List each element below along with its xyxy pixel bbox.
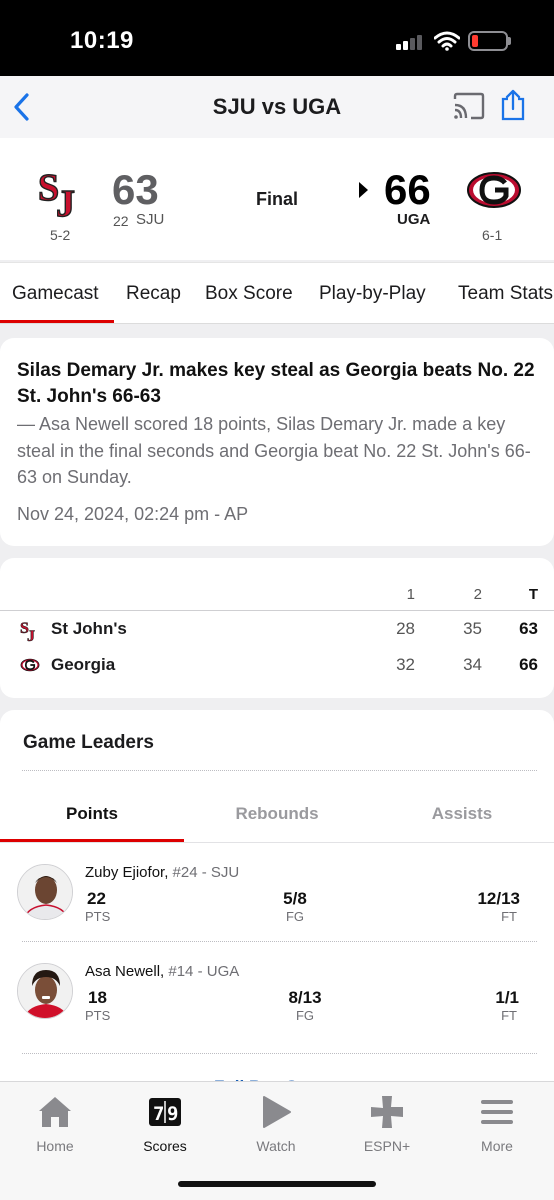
tabbar-scores[interactable]: 7 9 Scores <box>115 1092 215 1154</box>
st-johns-logo: S J <box>20 620 35 642</box>
linescore-cell: 35 <box>463 619 482 638</box>
tab-gamecast[interactable]: Gamecast <box>12 283 99 305</box>
leader-row[interactable]: Asa Newell, #14 - UGA 18 PTS 8/13 FG 1/1… <box>0 943 554 1041</box>
battery-tip <box>508 37 511 45</box>
home-record: 6-1 <box>482 227 503 243</box>
player-name[interactable]: Zuby Ejiofor, #24 - SJU <box>85 864 239 881</box>
story-body: — Asa Newell scored 18 points, Silas Dem… <box>17 414 531 487</box>
stat-value: 5/8 <box>283 889 307 908</box>
stat-label: FG <box>285 909 305 924</box>
tabbar-label: Home <box>36 1138 74 1154</box>
game-leaders-title: Game Leaders <box>23 732 154 753</box>
divider <box>22 1053 537 1054</box>
linescore-header-total: T <box>528 586 538 603</box>
game-leaders-card: Game Leaders Points Rebounds Assists Zub… <box>0 710 554 1110</box>
player-meta: #14 - UGA <box>168 963 240 980</box>
stat-value: 12/13 <box>477 889 520 908</box>
home-score: 66 <box>384 166 431 213</box>
tab-assists[interactable]: Assists <box>370 804 554 824</box>
svg-text:J: J <box>27 628 35 642</box>
share-icon[interactable] <box>499 88 527 122</box>
stat-label: FT <box>501 1008 517 1023</box>
tab-team-stats[interactable]: Team Stats <box>458 283 553 305</box>
story-date: Nov 24, 2024, 02:24 pm - AP <box>17 504 249 524</box>
player-headshot <box>17 963 73 1019</box>
st-johns-logo[interactable]: S J <box>36 162 82 220</box>
player-headshot <box>17 864 73 920</box>
home-indicator[interactable] <box>178 1181 376 1187</box>
game-status: Final <box>256 189 299 209</box>
tabbar-label: Watch <box>256 1138 296 1154</box>
linescore-header-1: 1 <box>406 586 415 603</box>
tab-recap[interactable]: Recap <box>126 283 181 305</box>
stat-label: FG <box>295 1008 315 1023</box>
wifi-icon <box>434 31 460 51</box>
cast-icon[interactable] <box>452 92 486 120</box>
home-abbr: UGA <box>397 211 431 228</box>
tabbar-label: Scores <box>143 1138 187 1154</box>
status-bar: 10:19 <box>0 0 554 76</box>
divider <box>22 941 537 942</box>
svg-text:9: 9 <box>167 1103 178 1125</box>
linescore-team[interactable]: Georgia <box>51 655 115 675</box>
scores-icon: 7 9 <box>149 1098 181 1126</box>
player-name-text: Zuby Ejiofor, <box>85 864 169 881</box>
scoreboard: S J 5-2 63 22 SJU Final 66 UGA 6-1 <box>0 138 554 260</box>
tab-play-by-play[interactable]: Play-by-Play <box>319 283 426 305</box>
divider <box>0 842 554 843</box>
menu-icon <box>481 1100 513 1124</box>
stat-label: FT <box>501 909 517 924</box>
away-score: 63 <box>112 166 159 213</box>
leader-row[interactable]: Zuby Ejiofor, #24 - SJU 22 PTS 5/8 FG 12… <box>0 844 554 942</box>
linescore-divider <box>0 610 554 611</box>
player-meta: #24 - SJU <box>172 864 240 881</box>
stat-value: 8/13 <box>288 988 322 1007</box>
player-name[interactable]: Asa Newell, #14 - UGA <box>85 963 239 980</box>
tabbar-espn-plus[interactable]: ESPN+ <box>337 1092 437 1154</box>
svg-text:7: 7 <box>153 1103 164 1125</box>
away-rank: 22 <box>113 213 129 229</box>
svg-text:J: J <box>56 183 75 220</box>
linescore-total: 63 <box>519 619 538 638</box>
play-icon <box>263 1096 291 1128</box>
game-tabs: Gamecast Recap Box Score Play-by-Play Te… <box>0 262 554 324</box>
linescore-card: 1 2 T S J St John's 28 35 63 Georgia 32 … <box>0 558 554 698</box>
tabbar-home[interactable]: Home <box>5 1092 105 1154</box>
status-time: 10:19 <box>70 27 134 54</box>
away-record: 5-2 <box>50 227 71 243</box>
tabbar-watch[interactable]: Watch <box>226 1092 326 1154</box>
stat-value: 18 <box>88 988 107 1007</box>
linescore-total: 66 <box>519 655 538 674</box>
stat-label: PTS <box>85 1008 111 1023</box>
linescore-cell: 34 <box>463 655 482 674</box>
battery-icon <box>468 31 508 51</box>
plus-icon <box>371 1096 403 1128</box>
divider <box>22 770 537 771</box>
stat-value: 22 <box>87 889 106 908</box>
georgia-logo[interactable] <box>466 170 522 210</box>
tab-rebounds[interactable]: Rebounds <box>185 804 369 824</box>
tabbar-label: More <box>481 1138 513 1154</box>
away-abbr: SJU <box>136 211 165 228</box>
stat-value: 1/1 <box>495 988 519 1007</box>
nav-bar: SJU vs UGA <box>0 76 554 138</box>
tabbar-more[interactable]: More <box>447 1092 547 1154</box>
story-headline[interactable]: Silas Demary Jr. makes key steal as Geor… <box>17 358 537 410</box>
stat-label: PTS <box>85 909 111 924</box>
cellular-signal-icon <box>396 34 424 50</box>
home-icon <box>39 1097 71 1127</box>
linescore-team[interactable]: St John's <box>51 619 127 639</box>
tab-box-score[interactable]: Box Score <box>205 283 293 305</box>
winner-arrow-icon <box>359 182 368 198</box>
linescore-cell: 28 <box>396 619 415 638</box>
recap-card[interactable]: Silas Demary Jr. makes key steal as Geor… <box>0 338 554 546</box>
tabbar-label: ESPN+ <box>363 1138 411 1154</box>
linescore-header-2: 2 <box>473 586 482 603</box>
active-tab-indicator <box>0 320 114 323</box>
georgia-logo <box>20 658 40 672</box>
player-name-text: Asa Newell, <box>85 963 165 980</box>
tab-points[interactable]: Points <box>0 804 184 824</box>
linescore-cell: 32 <box>396 655 415 674</box>
